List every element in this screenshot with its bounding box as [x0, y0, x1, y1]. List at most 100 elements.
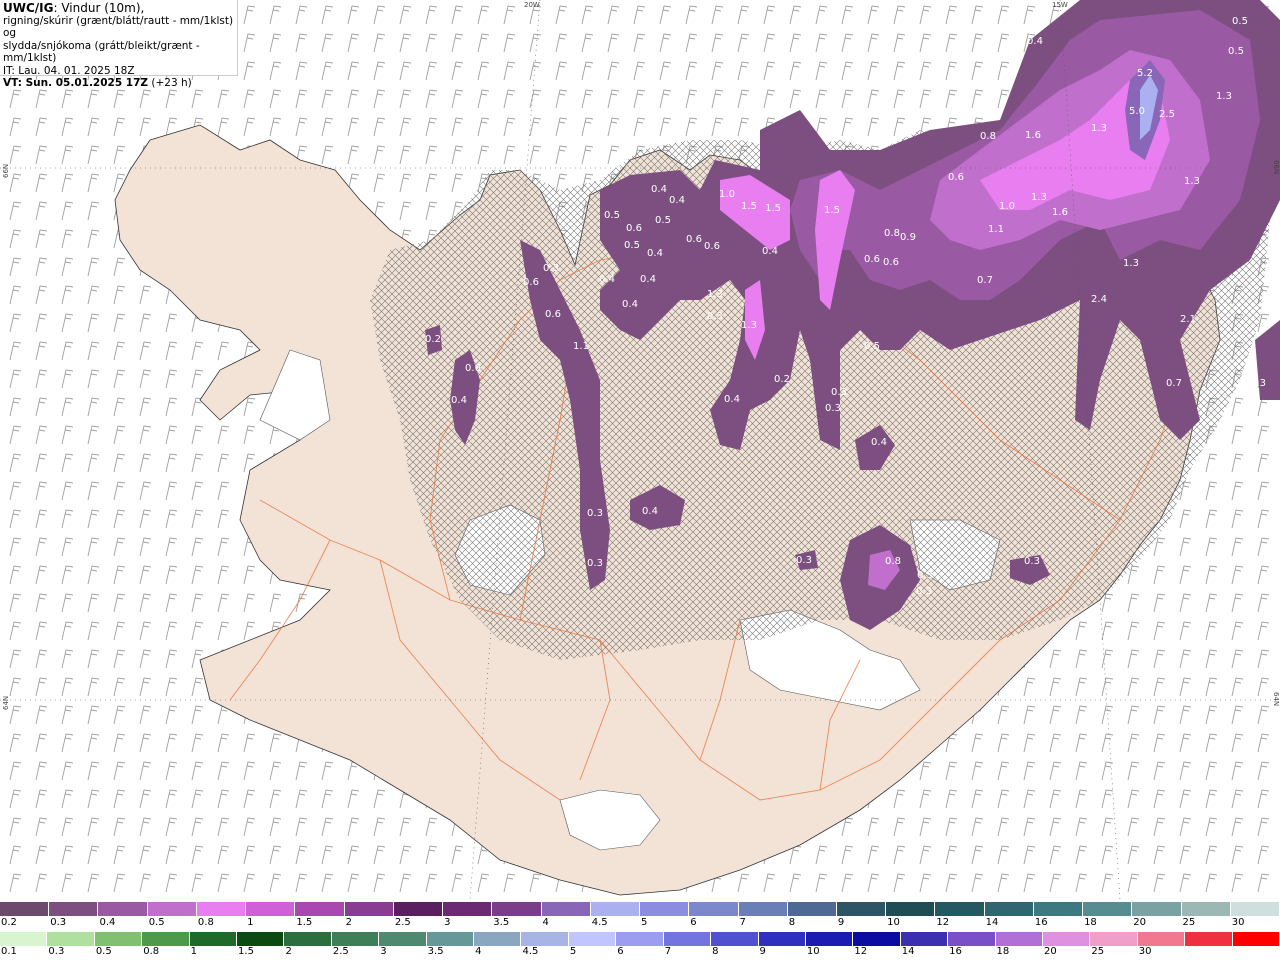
- legend-swatch: [900, 932, 949, 946]
- forecast-map: 0.4 0.5 0.5 5.2 5.0 2.5 1.3 0.8 1.6 1.3 0.6 1.3 1.0 1…: [0, 0, 1280, 900]
- legend-swatch: [886, 902, 936, 916]
- lat-label-66n-left: 66N: [2, 164, 10, 178]
- precip-value-label: 0.3: [1250, 378, 1266, 389]
- legend-label: 1: [247, 917, 254, 928]
- precip-value-label: 0.4: [651, 184, 667, 195]
- precip-value-label: 0.3: [825, 403, 841, 414]
- legend-label: 3.5: [493, 917, 510, 928]
- precip-value-label: 0.3: [587, 558, 603, 569]
- legend-label: 14: [985, 917, 999, 928]
- legend-swatch: [521, 932, 569, 946]
- lead-time: (+23 h): [148, 77, 192, 89]
- legend-label: 10: [806, 946, 820, 957]
- legend-swatch: [541, 902, 591, 916]
- precip-value-label: 0.6: [523, 277, 539, 288]
- legend-swatch: [94, 932, 143, 946]
- precip-value-label: 1.0: [719, 189, 735, 200]
- precip-value-label: 0.3: [707, 311, 723, 322]
- precip-value-label: 1.3: [741, 320, 757, 331]
- legend-swatch: [758, 932, 806, 946]
- legend-label: 25: [1091, 946, 1105, 957]
- legend-swatch: [568, 932, 617, 946]
- legend-label: 4.5: [522, 946, 539, 957]
- lat-label-64n-left: 64N: [2, 696, 10, 710]
- legend-label: 5: [569, 946, 577, 957]
- legend-swatch: [1185, 932, 1233, 946]
- legend-label: 7: [664, 946, 672, 957]
- legend-swatch: [711, 932, 759, 946]
- legend-label: 5: [641, 917, 648, 928]
- legend-swatch: [426, 932, 475, 946]
- legend-label: 12: [854, 946, 868, 957]
- legend-swatch: [738, 902, 788, 916]
- init-time: IT: Lau. 04. 01. 2025 18Z: [3, 64, 135, 77]
- legend-swatch: [0, 902, 50, 916]
- precip-value-label: 0.4: [642, 506, 658, 517]
- precip-value-label: 0.5: [624, 240, 640, 251]
- legend-swatch: [284, 932, 332, 946]
- precip-value-label: 0.5: [864, 341, 880, 352]
- legend-label: 1.5: [238, 946, 254, 957]
- legend-label: 9: [759, 946, 766, 957]
- legend-swatch: [787, 902, 837, 916]
- precip-value-label: 1.3: [1091, 123, 1107, 134]
- legend-swatch: [663, 932, 712, 946]
- legend-swatch: [1033, 902, 1084, 916]
- precip-value-label: 0.4: [451, 395, 467, 406]
- legend-swatch: [805, 932, 854, 946]
- precip-value-label: 0.8: [980, 131, 996, 142]
- legend-label: 18: [996, 946, 1010, 957]
- legend-swatch: [142, 932, 190, 946]
- lat-label-64n-right: 64N: [1272, 692, 1280, 706]
- lon-label-20w: 20W: [524, 1, 540, 9]
- legend-label: 7: [739, 917, 746, 928]
- legend-swatch: [689, 902, 739, 916]
- precip-value-label: 0.7: [1166, 378, 1182, 389]
- precip-value-label: 0.7: [977, 275, 993, 286]
- legend-label: 0.3: [50, 917, 67, 928]
- precip-value-label: 0.6: [545, 309, 561, 320]
- legend-label: 14: [901, 946, 915, 957]
- precip-value-label: 0.4: [640, 274, 656, 285]
- precip-value-label: 0.3: [587, 508, 603, 519]
- legend-swatch: [935, 902, 985, 916]
- precip-value-label: 0.6: [864, 254, 880, 265]
- legend-swatch: [246, 902, 296, 916]
- legend-label: 1: [190, 946, 197, 957]
- legend-swatch: [590, 902, 641, 916]
- legend-label: 4: [542, 917, 549, 928]
- precip-value-label: 1.0: [999, 201, 1015, 212]
- legend-swatch: [948, 932, 996, 946]
- precip-value-label: 0.2: [774, 374, 790, 385]
- precip-value-label: 0.9: [900, 232, 916, 243]
- precip-value-label: 0.6: [948, 172, 964, 183]
- legend-swatch: [1042, 932, 1091, 946]
- legend-label: 0.1: [1, 946, 17, 957]
- precip-value-label: 0.3: [917, 570, 933, 581]
- legend-swatch: [492, 902, 542, 916]
- header-line2: rigning/skúrir (grænt/blátt/rautt - mm/1…: [3, 14, 234, 40]
- legend-swatch: [344, 902, 394, 916]
- legend-swatch: [196, 902, 247, 916]
- lon-label-15w: 15W: [1052, 1, 1068, 9]
- precip-value-label: 5.0: [1129, 106, 1145, 117]
- legend-swatch: [47, 932, 95, 946]
- map-header: UWC/IG: Vindur (10m), rigning/skúrir (gr…: [0, 0, 238, 89]
- legend-label: 0.2: [1, 917, 17, 928]
- legend-label: 25: [1182, 917, 1196, 928]
- precip-value-label: 0.5: [1232, 16, 1248, 27]
- precip-value-label: 0.3: [831, 387, 847, 398]
- legend-label: 6: [690, 917, 697, 928]
- precip-value-label: 1.3: [707, 289, 723, 300]
- legend-swatch: [1232, 932, 1280, 946]
- precip-value-label: 0.3: [796, 555, 812, 566]
- legend-label: 9: [837, 917, 845, 928]
- legend-label: 0.5: [148, 917, 165, 928]
- precip-value-label: 0.5: [655, 215, 671, 226]
- precip-value-label: 0.3: [916, 586, 932, 597]
- legend-swatch: [984, 902, 1034, 916]
- precip-value-label: 1.1: [573, 341, 589, 352]
- legend-swatch: [1137, 932, 1186, 946]
- legend-label: 8: [712, 946, 719, 957]
- precip-value-label: 0.6: [883, 257, 899, 268]
